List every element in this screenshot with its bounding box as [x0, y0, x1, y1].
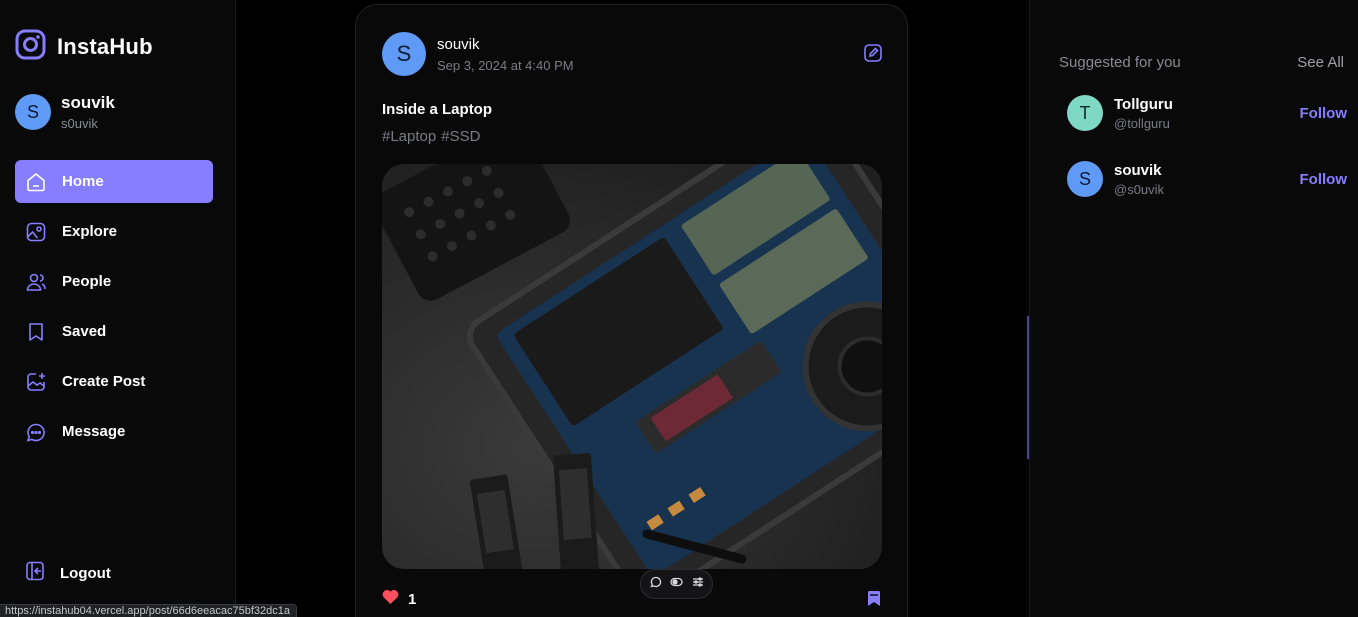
post-date: Sep 3, 2024 at 4:40 PM — [437, 57, 574, 73]
post-caption: Inside a Laptop — [382, 101, 493, 118]
logout-icon — [24, 560, 46, 586]
post-image[interactable] — [382, 164, 882, 569]
suggested-user-name: souvik — [1114, 161, 1162, 179]
post-author: souvik — [437, 35, 480, 53]
logout-button[interactable]: Logout — [24, 560, 111, 586]
nav-label: Saved — [62, 323, 107, 340]
follow-button[interactable]: Follow — [1300, 171, 1348, 188]
chat-icon[interactable] — [649, 575, 662, 593]
main-nav: Home Explore People Saved Create Post Me… — [15, 160, 213, 460]
sliders-icon[interactable] — [692, 575, 704, 593]
avatar: S — [1067, 161, 1103, 197]
floating-toolbar — [640, 569, 713, 599]
toggle-icon[interactable] — [670, 575, 683, 593]
profile-handle: s0uvik — [61, 116, 98, 131]
nav-label: Explore — [62, 223, 118, 240]
nav-item-home[interactable]: Home — [15, 160, 213, 203]
tag[interactable]: #Laptop — [382, 128, 436, 145]
profile-summary[interactable]: S souvik s0uvik — [15, 93, 115, 131]
tag[interactable]: #SSD — [441, 128, 480, 145]
suggested-title: Suggested for you — [1059, 54, 1181, 71]
instagram-icon — [15, 29, 46, 65]
right-sidebar: Suggested for you See All T Tollguru @to… — [1029, 0, 1358, 617]
explore-icon — [24, 220, 48, 244]
avatar: S — [15, 94, 51, 130]
message-icon — [24, 420, 48, 444]
nav-label: Message — [62, 423, 126, 440]
nav-label: People — [62, 273, 112, 290]
suggested-user[interactable]: S souvik @s0uvik Follow — [1067, 161, 1347, 197]
profile-name: souvik — [61, 93, 115, 112]
home-icon — [24, 170, 48, 194]
avatar: S — [382, 32, 426, 76]
create-post-icon — [24, 370, 48, 394]
nav-item-saved[interactable]: Saved — [15, 310, 213, 353]
edit-icon — [863, 44, 883, 67]
saved-icon — [24, 320, 48, 344]
save-post-button[interactable] — [866, 590, 882, 612]
nav-item-message[interactable]: Message — [15, 410, 213, 453]
follow-button[interactable]: Follow — [1300, 105, 1348, 122]
like-section[interactable]: 1 — [382, 589, 416, 609]
nav-item-explore[interactable]: Explore — [15, 210, 213, 253]
post-tags: #Laptop #SSD — [382, 128, 480, 145]
status-url-tooltip: https://instahub04.vercel.app/post/66d6e… — [0, 604, 297, 617]
nav-item-people[interactable]: People — [15, 260, 213, 303]
left-sidebar: InstaHub S souvik s0uvik Home Explore Pe… — [0, 0, 236, 617]
avatar: T — [1067, 95, 1103, 131]
nav-label: Home — [62, 173, 104, 190]
people-icon — [24, 270, 48, 294]
suggested-user-name: Tollguru — [1114, 95, 1173, 113]
suggested-user-handle: @tollguru — [1114, 115, 1170, 131]
heart-icon[interactable] — [382, 589, 399, 609]
brand-logo[interactable]: InstaHub — [15, 29, 153, 65]
nav-item-create-post[interactable]: Create Post — [15, 360, 213, 403]
post-header[interactable]: S souvik Sep 3, 2024 at 4:40 PM — [382, 32, 574, 76]
bookmark-icon — [866, 591, 882, 611]
edit-post-button[interactable] — [863, 43, 883, 63]
suggested-user-handle: @s0uvik — [1114, 181, 1165, 197]
see-all-link[interactable]: See All — [1297, 54, 1344, 71]
post-card: S souvik Sep 3, 2024 at 4:40 PM Inside a… — [355, 4, 908, 617]
brand-name: InstaHub — [57, 34, 153, 59]
logout-label: Logout — [60, 564, 111, 582]
like-count: 1 — [408, 590, 417, 608]
nav-label: Create Post — [62, 373, 146, 390]
suggested-user[interactable]: T Tollguru @tollguru Follow — [1067, 95, 1347, 131]
